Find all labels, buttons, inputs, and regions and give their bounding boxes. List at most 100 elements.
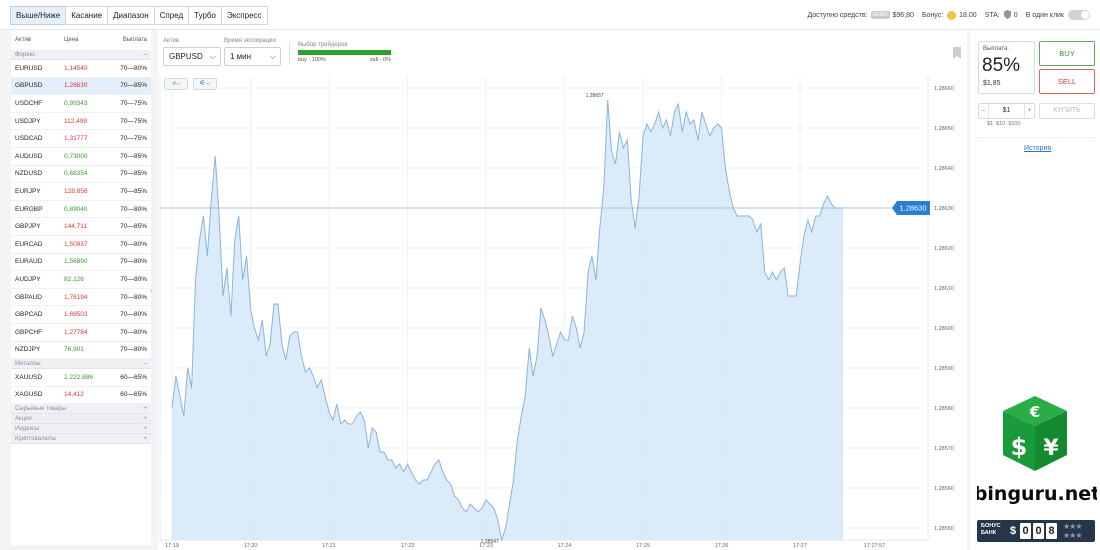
asset-row[interactable]: AUDJPY 82,126 70—80% (11, 271, 151, 289)
expand-toggle-icon: – (143, 361, 147, 368)
currency-cube-icon: € $ ¥ binguru.net (974, 396, 1100, 505)
quick-amount-10[interactable]: $10 (996, 121, 1005, 127)
tab-spread[interactable]: Спред (153, 6, 190, 25)
asset-row[interactable]: GBPJPY 144,711 70—85% (11, 218, 151, 236)
tab-high-low[interactable]: Выше/Ниже (10, 6, 67, 25)
expiry-select[interactable]: 1 мин ⌵ (224, 47, 281, 66)
asset-select-label: Актив (163, 38, 179, 44)
x-tick-label: 17:27:57 (864, 543, 885, 549)
asset-row[interactable]: NZDUSD 0,68354 70—85% (11, 166, 151, 184)
tab-express[interactable]: Экспресс (220, 6, 268, 25)
decrease-amount-button[interactable]: – (979, 104, 989, 118)
asset-payout: 70—85% (120, 187, 147, 195)
asset-select[interactable]: GBPUSD ⌵ (163, 47, 221, 66)
min-price-annotation: 1.28547 (481, 539, 499, 545)
asset-name: GBPJPY (15, 223, 41, 231)
quick-amount-100[interactable]: $100 (1008, 121, 1020, 127)
asset-payout: 70—75% (120, 135, 147, 143)
asset-row[interactable]: AUDUSD 0,73000 70—85% (11, 148, 151, 166)
asset-group-header[interactable]: Акции + (11, 414, 151, 425)
amount-input[interactable]: $1 (989, 104, 1024, 118)
traders-buy-share: buy - 100% (298, 57, 326, 63)
y-tick-label: 1.28600 (934, 326, 954, 332)
asset-name: NZDJPY (15, 346, 41, 354)
expand-toggle-icon: + (143, 426, 147, 433)
sell-button[interactable]: SELL (1039, 69, 1095, 94)
asset-row[interactable]: EURUSD 1,14540 70—80% (11, 60, 151, 78)
asset-name: XAUUSD (15, 373, 43, 381)
asset-row[interactable]: USDCHF 0,99343 70—75% (11, 95, 151, 113)
expand-toggle-icon: + (143, 416, 147, 423)
asset-row[interactable]: USDCAD 1,31777 70—75% (11, 130, 151, 148)
increase-amount-button[interactable]: + (1024, 104, 1034, 118)
asset-group-header[interactable]: Индексы + (11, 424, 151, 435)
chart-type-button[interactable]: ⩘⌵ (164, 78, 188, 90)
asset-price: 14,412 (64, 391, 84, 399)
bonus-bank-banner[interactable]: БОНУС БАНК $ 0 0 8 ★★★ ★★★ (977, 520, 1095, 542)
history-link[interactable]: История (1024, 145, 1051, 152)
asset-payout: 70—80% (120, 311, 147, 319)
asset-price: 1,27784 (64, 328, 88, 336)
bonus-value: 18,00 (959, 11, 977, 19)
asset-row[interactable]: XAGUSD 14,412 60—65% (11, 387, 151, 405)
tab-range[interactable]: Диапазон (107, 6, 155, 25)
asset-row[interactable]: EURCAD 1,50937 70—80% (11, 236, 151, 254)
price-area (172, 100, 844, 540)
bookmark-icon[interactable] (953, 46, 961, 64)
bonus-bank-line2: БАНК (981, 530, 997, 536)
asset-payout: 70—80% (120, 240, 147, 248)
asset-group-header[interactable]: Форекс – (11, 50, 151, 60)
chevron-down-icon: ⌵ (269, 52, 276, 61)
asset-row[interactable]: GBPAUD 1,76194 70—80% (11, 289, 151, 307)
asset-row[interactable]: NZDJPY 76,901 70—80% (11, 342, 151, 360)
asset-name: USDCHF (15, 99, 43, 107)
y-tick-label: 1.28580 (934, 406, 954, 412)
quick-amount-1[interactable]: $1 (987, 121, 993, 127)
line-chart-icon: ⩘⌵ (171, 80, 181, 87)
asset-group-name: Форекс (15, 52, 36, 58)
asset-group-header[interactable]: Сырьевые товары + (11, 404, 151, 415)
asset-payout: 70—75% (120, 99, 147, 107)
asset-row[interactable]: GBPCHF 1,27784 70—80% (11, 324, 151, 342)
indicators-button[interactable]: ⚟⌵ (193, 78, 217, 90)
expand-toggle-icon: + (143, 436, 147, 443)
purchase-button[interactable]: КУПИТЬ (1039, 103, 1095, 119)
asset-row[interactable]: EURAUD 1,56890 70—80% (11, 254, 151, 272)
asset-price: 1,76194 (64, 293, 88, 301)
asset-row[interactable]: EURGBP 0,89040 70—80% (11, 201, 151, 219)
asset-name: EURGBP (15, 205, 43, 213)
svg-text:$: $ (1011, 433, 1028, 461)
counter-digit: 0 (1020, 523, 1031, 539)
asset-group-name: Сырьевые товары (15, 406, 67, 413)
asset-group-header[interactable]: Криптовалюты + (11, 434, 151, 445)
one-click-label: В один клик (1025, 11, 1064, 19)
asset-group-header[interactable]: Металлы – (11, 359, 151, 370)
header-price: Цена (64, 37, 79, 43)
buy-button[interactable]: BUY (1039, 41, 1095, 66)
one-click-toggle[interactable] (1068, 10, 1090, 20)
x-tick-label: 17:27 (793, 543, 807, 549)
y-tick-label: 1.28630 (934, 206, 954, 212)
divider (289, 42, 290, 64)
asset-price: 1,56890 (64, 258, 88, 266)
trading-app: Выше/Ниже Касание Диапазон Спред Турбо Э… (0, 0, 1100, 550)
asset-payout: 70—85% (120, 152, 147, 160)
x-tick-label: 17:20 (244, 543, 258, 549)
asset-row[interactable]: USDJPY 112,499 70—75% (11, 113, 151, 131)
tab-turbo[interactable]: Турбо (188, 6, 222, 25)
asset-row[interactable]: GBPUSD 1,28630 70—85% (11, 77, 151, 96)
collapse-left-icon[interactable]: ‹ (150, 285, 153, 295)
indicators-icon: ⚟⌵ (199, 80, 211, 87)
x-tick-label: 17:26 (715, 543, 729, 549)
x-tick-label: 17:25 (636, 543, 650, 549)
top-bar: Выше/Ниже Касание Диапазон Спред Турбо Э… (0, 0, 1100, 30)
payout-label: Выплата: (983, 46, 1009, 52)
current-price-badge (892, 201, 930, 215)
asset-row[interactable]: EURJPY 128,858 70—85% (11, 183, 151, 201)
counter-digit: 0 (1033, 523, 1044, 539)
asset-row[interactable]: GBPCAD 1,69503 70—80% (11, 306, 151, 324)
asset-row[interactable]: XAUUSD 1 222,886 60—65% (11, 369, 151, 387)
x-tick-label: 17:21 (322, 543, 336, 549)
svg-text:¥: ¥ (1043, 436, 1059, 461)
tab-touch[interactable]: Касание (65, 6, 109, 25)
